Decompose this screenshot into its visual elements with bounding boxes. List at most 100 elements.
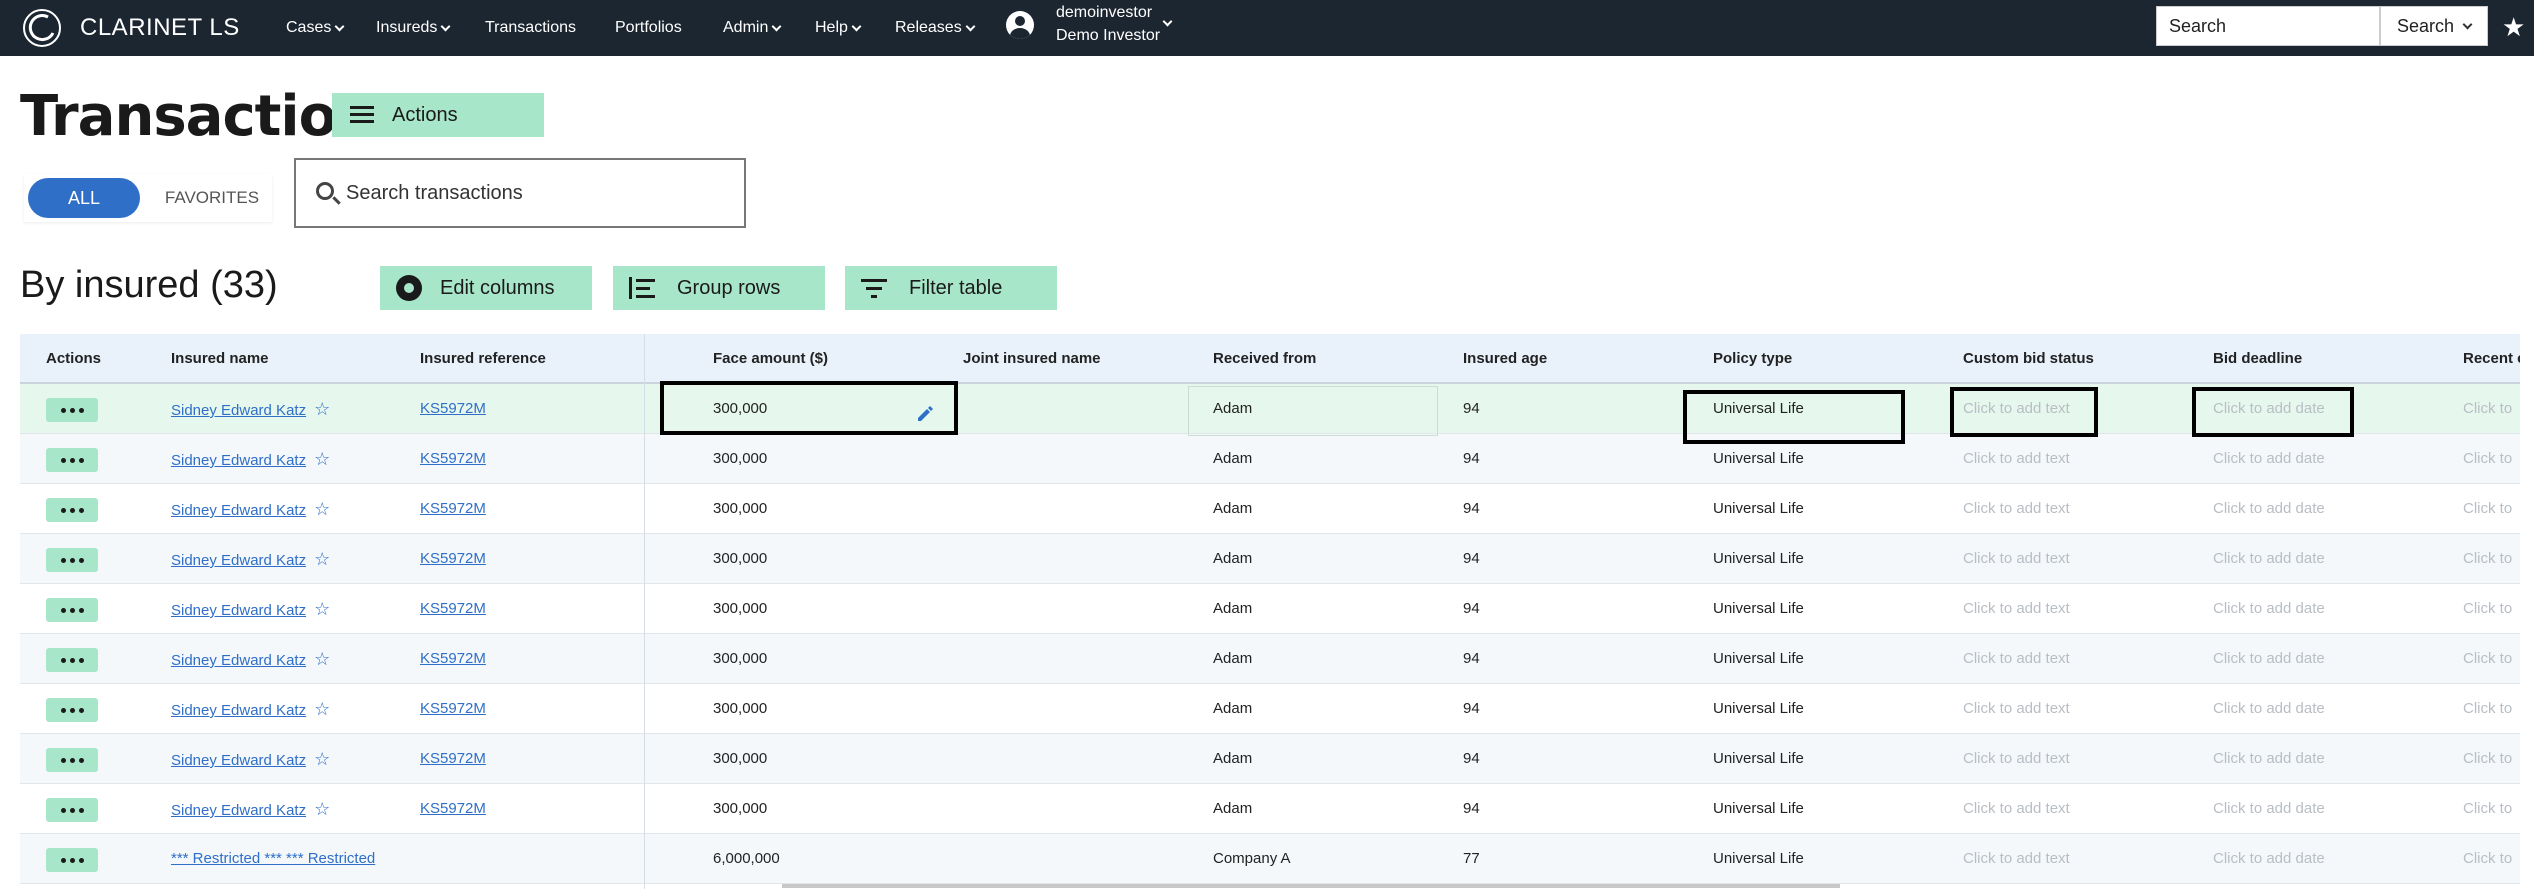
insured-reference-link[interactable]: KS5972M: [420, 700, 486, 717]
global-search-button[interactable]: Search: [2380, 6, 2488, 46]
col-header-bid-deadline[interactable]: Bid deadline: [2213, 334, 2302, 384]
custom-bid-status-cell[interactable]: Click to add text: [1963, 534, 2203, 584]
insured-age-cell[interactable]: 94: [1463, 484, 1703, 534]
insured-name-link[interactable]: Sidney Edward Katz: [171, 452, 306, 469]
policy-type-cell[interactable]: Universal Life: [1713, 684, 1953, 734]
table-row[interactable]: *** Restricted *** *** Restricted 6,000,0…: [20, 834, 2520, 884]
col-header-joint-insured-name[interactable]: Joint insured name: [963, 334, 1101, 384]
bid-deadline-cell[interactable]: Click to add date: [2213, 734, 2453, 784]
custom-bid-status-cell[interactable]: Click to add text: [1963, 484, 2203, 534]
row-actions-button[interactable]: [46, 448, 98, 472]
face-amount-cell[interactable]: 300,000: [713, 784, 953, 834]
insured-reference-link[interactable]: KS5972M: [420, 450, 486, 467]
favorite-star-icon[interactable]: ☆: [314, 684, 330, 734]
nav-portfolios[interactable]: Portfolios: [615, 0, 682, 56]
row-actions-button[interactable]: [46, 648, 98, 672]
insured-name-link[interactable]: Sidney Edward Katz: [171, 752, 306, 769]
edit-columns-button[interactable]: Edit columns: [380, 266, 592, 310]
nav-cases[interactable]: Cases: [286, 0, 345, 56]
joint-insured-cell[interactable]: [963, 834, 1203, 884]
custom-bid-status-cell[interactable]: Click to add text: [1963, 584, 2203, 634]
favorite-star-icon[interactable]: ☆: [314, 634, 330, 684]
col-header-received-from[interactable]: Received from: [1213, 334, 1316, 384]
bid-deadline-cell[interactable]: Click to add date: [2213, 634, 2453, 684]
recent-cell[interactable]: Click to: [2463, 734, 2520, 784]
recent-cell[interactable]: Click to: [2463, 534, 2520, 584]
insured-name-link[interactable]: Sidney Edward Katz: [171, 552, 306, 569]
received-from-cell[interactable]: Adam: [1213, 434, 1453, 484]
favorite-star-icon[interactable]: ☆: [314, 384, 330, 434]
horizontal-scrollbar[interactable]: [782, 884, 1840, 888]
received-from-cell[interactable]: Adam: [1213, 734, 1453, 784]
face-amount-cell[interactable]: 300,000: [713, 534, 953, 584]
face-amount-cell[interactable]: 300,000: [713, 734, 953, 784]
custom-bid-status-cell[interactable]: Click to add text: [1963, 834, 2203, 884]
received-from-cell[interactable]: Adam: [1213, 784, 1453, 834]
recent-cell[interactable]: Click to: [2463, 834, 2520, 884]
table-row[interactable]: Sidney Edward Katz ☆ KS5972M 300,000 Adam 94 U…: [20, 434, 2520, 484]
custom-bid-status-cell[interactable]: Click to add text: [1963, 784, 2203, 834]
insured-age-cell[interactable]: 94: [1463, 684, 1703, 734]
bid-deadline-cell[interactable]: Click to add date: [2213, 784, 2453, 834]
favorite-star-icon[interactable]: ☆: [314, 784, 330, 834]
joint-insured-cell[interactable]: [963, 434, 1203, 484]
insured-reference-link[interactable]: KS5972M: [420, 600, 486, 617]
insured-reference-link[interactable]: KS5972M: [420, 400, 486, 417]
row-actions-button[interactable]: [46, 498, 98, 522]
insured-reference-link[interactable]: KS5972M: [420, 650, 486, 667]
insured-name-link[interactable]: Sidney Edward Katz: [171, 402, 306, 419]
policy-type-cell[interactable]: Universal Life: [1713, 584, 1953, 634]
bid-deadline-cell[interactable]: Click to add date: [2213, 584, 2453, 634]
received-from-cell[interactable]: Adam: [1213, 534, 1453, 584]
bid-deadline-cell[interactable]: Click to add date: [2213, 484, 2453, 534]
insured-name-link[interactable]: Sidney Edward Katz: [171, 802, 306, 819]
favorite-star-icon[interactable]: ☆: [314, 534, 330, 584]
favorite-star-icon[interactable]: ☆: [314, 584, 330, 634]
table-row[interactable]: Sidney Edward Katz ☆ KS5972M 300,000 Adam 94 U…: [20, 584, 2520, 634]
filter-table-button[interactable]: Filter table: [845, 266, 1057, 310]
face-amount-cell[interactable]: 300,000: [713, 584, 953, 634]
policy-type-cell[interactable]: Universal Life: [1713, 734, 1953, 784]
insured-reference-link[interactable]: KS5972M: [420, 550, 486, 567]
joint-insured-cell[interactable]: [963, 734, 1203, 784]
col-header-policy-type[interactable]: Policy type: [1713, 334, 1792, 384]
custom-bid-status-cell[interactable]: Click to add text: [1963, 434, 2203, 484]
pencil-icon[interactable]: [916, 405, 934, 423]
row-actions-button[interactable]: [46, 848, 98, 872]
tab-all[interactable]: ALL: [28, 178, 140, 218]
group-rows-button[interactable]: Group rows: [613, 266, 825, 310]
username[interactable]: demoinvestor: [1056, 4, 1152, 22]
nav-releases[interactable]: Releases: [895, 0, 976, 56]
nav-help[interactable]: Help: [815, 0, 862, 56]
face-amount-cell[interactable]: 300,000: [713, 684, 953, 734]
tab-favorites[interactable]: FAVORITES: [154, 178, 270, 218]
policy-type-cell[interactable]: Universal Life: [1713, 784, 1953, 834]
joint-insured-cell[interactable]: [963, 584, 1203, 634]
user-menu-chevron-icon[interactable]: [1162, 16, 1173, 27]
bid-deadline-cell[interactable]: Click to add date: [2213, 834, 2453, 884]
policy-type-cell[interactable]: Universal Life: [1713, 534, 1953, 584]
recent-cell[interactable]: Click to: [2463, 584, 2520, 634]
bid-deadline-cell[interactable]: Click to add date: [2213, 434, 2453, 484]
joint-insured-cell[interactable]: [963, 484, 1203, 534]
nav-transactions[interactable]: Transactions: [485, 0, 576, 56]
col-header-custom-bid-status[interactable]: Custom bid status: [1963, 334, 2094, 384]
user-display-name[interactable]: Demo Investor: [1056, 27, 1160, 45]
recent-cell[interactable]: Click to: [2463, 484, 2520, 534]
row-actions-button[interactable]: [46, 798, 98, 822]
row-actions-button[interactable]: [46, 698, 98, 722]
bid-deadline-cell[interactable]: Click to add date: [2213, 684, 2453, 734]
insured-name-link[interactable]: Sidney Edward Katz: [171, 702, 306, 719]
col-header-insured-reference[interactable]: Insured reference: [420, 334, 546, 384]
insured-name-link[interactable]: *** Restricted *** *** Restricted: [171, 850, 375, 867]
insured-name-link[interactable]: Sidney Edward Katz: [171, 602, 306, 619]
table-row[interactable]: Sidney Edward Katz ☆ KS5972M 300,000 Adam 94 U…: [20, 784, 2520, 834]
bid-deadline-cell[interactable]: Click to add date: [2213, 534, 2453, 584]
recent-cell[interactable]: Click to: [2463, 384, 2520, 434]
joint-insured-cell[interactable]: [963, 534, 1203, 584]
received-from-cell[interactable]: Adam: [1213, 584, 1453, 634]
recent-cell[interactable]: Click to: [2463, 634, 2520, 684]
received-from-cell[interactable]: Adam: [1213, 684, 1453, 734]
custom-bid-status-cell[interactable]: Click to add text: [1963, 684, 2203, 734]
col-header-face-amount[interactable]: Face amount ($): [713, 334, 828, 384]
